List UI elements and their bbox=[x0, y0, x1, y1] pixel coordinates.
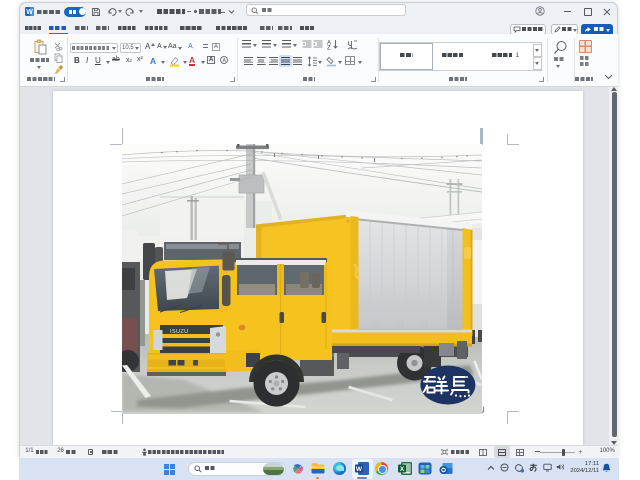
svg-text:W: W bbox=[356, 466, 363, 473]
svg-text:Z: Z bbox=[327, 46, 331, 51]
svg-text:X: X bbox=[399, 466, 404, 473]
svg-text:W: W bbox=[26, 9, 33, 16]
